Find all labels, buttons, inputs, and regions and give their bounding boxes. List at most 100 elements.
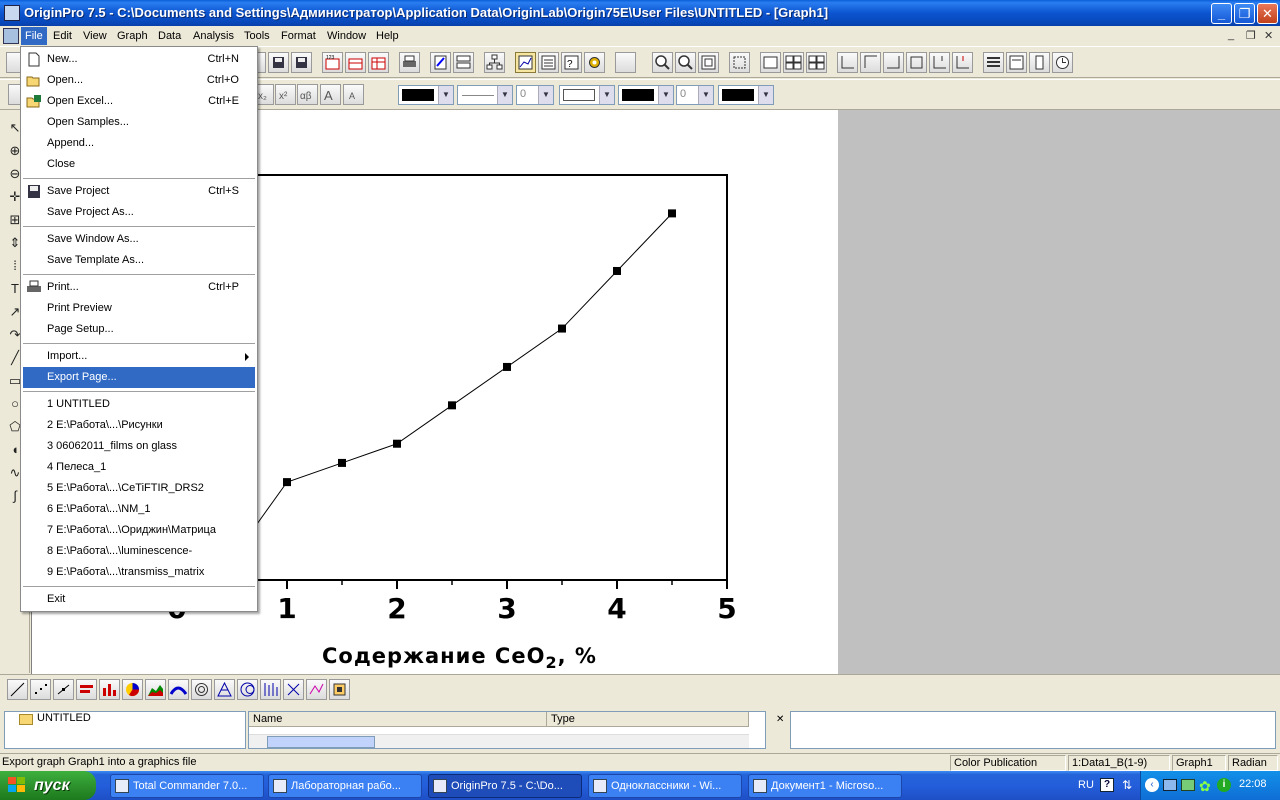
new-matrix-icon[interactable] [368,52,389,73]
menu-window[interactable]: Window [323,27,370,45]
menu-export-page[interactable]: Export Page... [23,367,255,388]
superscript-icon[interactable]: x² [275,84,296,105]
polar-plot-icon[interactable] [191,679,212,700]
menu-recent-1[interactable]: 1 UNTITLED [23,394,255,415]
start-button[interactable]: пуск [0,771,96,800]
script-panel[interactable] [790,711,1276,749]
new-worksheet-icon[interactable]: 123 [322,52,343,73]
window-list[interactable]: Name Type [248,711,766,749]
fill-area-icon[interactable] [168,679,189,700]
menu-print[interactable]: Print... Ctrl+P [23,277,255,298]
menu-data[interactable]: Data [154,27,185,45]
menu-save-project[interactable]: Save Project Ctrl+S [23,181,255,202]
network-icon[interactable] [1163,779,1177,791]
menu-recent-5[interactable]: 5 E:\Работа\...\CeTiFTIR_DRS2 [23,478,255,499]
line-plot-icon[interactable] [7,679,28,700]
column-plot-icon[interactable] [76,679,97,700]
menu-recent-6[interactable]: 6 E:\Работа\...\NM_1 [23,499,255,520]
add-tool-icon[interactable] [615,52,636,73]
line-width-combo[interactable]: 0 ▼ [516,85,554,105]
tray-expand-icon[interactable]: ‹ [1145,778,1159,792]
notes-icon[interactable] [430,52,451,73]
alignment-icon[interactable] [983,52,1004,73]
save-template-icon[interactable] [291,52,312,73]
scrollbar-thumb[interactable] [267,736,375,748]
vector-plot-icon[interactable] [260,679,281,700]
graph-window-icon[interactable] [3,28,19,44]
pie-chart-icon[interactable] [122,679,143,700]
layout-icon[interactable] [453,52,474,73]
print-icon[interactable] [399,52,420,73]
area-plot-icon[interactable] [145,679,166,700]
folder-label[interactable]: UNTITLED [37,712,91,724]
smith-chart-icon[interactable] [237,679,258,700]
menu-save-window-as[interactable]: Save Window As... [23,229,255,250]
folder-tree[interactable]: UNTITLED [4,711,246,749]
menu-recent-8[interactable]: 8 E:\Работа\...\luminescence- [23,541,255,562]
axis-box-icon[interactable] [906,52,927,73]
column-list-icon[interactable] [1029,52,1050,73]
menu-close[interactable]: Close [23,154,255,175]
close-button[interactable]: ✕ [1257,3,1278,24]
menu-new[interactable]: New... Ctrl+N [23,49,255,70]
horizontal-scrollbar[interactable] [249,734,749,748]
menu-exit[interactable]: Exit [23,589,255,610]
merge-layers-icon[interactable] [806,52,827,73]
axis-xy-icon[interactable] [929,52,950,73]
code-builder-icon[interactable] [584,52,605,73]
menu-open-samples[interactable]: Open Samples... [23,112,255,133]
date-time-icon[interactable] [1052,52,1073,73]
language-indicator[interactable]: RU [1078,779,1094,791]
font-color-combo[interactable]: ▼ [398,85,454,105]
menu-file[interactable]: File [21,27,47,45]
help-icon[interactable]: ? [1100,778,1114,792]
tray-app-icon[interactable] [1181,779,1195,791]
minimize-button[interactable]: _ [1211,3,1232,24]
whole-page-icon[interactable] [698,52,719,73]
save-icon[interactable] [268,52,289,73]
menu-recent-4[interactable]: 4 Пелеса_1 [23,457,255,478]
menu-import[interactable]: Import... [23,346,255,367]
menu-analysis[interactable]: Analysis [189,27,238,45]
task-word-lab[interactable]: Лабораторная рабо... [268,774,422,798]
menu-append[interactable]: Append... [23,133,255,154]
menu-recent-2[interactable]: 2 E:\Работа\...\Рисунки [23,415,255,436]
new-excel-icon[interactable] [345,52,366,73]
menu-help[interactable]: Help [372,27,403,45]
x-axis-title[interactable]: Содержание CeO2, % [322,644,597,672]
menu-recent-9[interactable]: 9 E:\Работа\...\transmiss_matrix [23,562,255,583]
layer-grid-icon[interactable] [783,52,804,73]
clock[interactable]: 22:08 [1239,778,1267,790]
menu-recent-7[interactable]: 7 E:\Работа\...\Ориджин\Матрица [23,520,255,541]
axis-yy-icon[interactable] [952,52,973,73]
fill-color-combo[interactable]: ▼ [618,85,674,105]
menu-edit[interactable]: Edit [49,27,76,45]
flower-icon[interactable]: ✿ [1199,778,1211,795]
menu-open-excel[interactable]: Open Excel... Ctrl+E [23,91,255,112]
template-library-icon[interactable] [329,679,350,700]
increase-font-icon[interactable]: A [320,84,341,105]
mdi-minimize-button[interactable]: _ [1228,29,1234,41]
bar-plot-icon[interactable] [99,679,120,700]
layer-contents-icon[interactable] [1006,52,1027,73]
axis-top-icon[interactable] [860,52,881,73]
bubble-plot-icon[interactable] [306,679,327,700]
add-layer-icon[interactable] [760,52,781,73]
mdi-close-button[interactable]: ✕ [1264,29,1273,42]
line-style-combo[interactable]: ▼ [457,85,513,105]
greek-icon[interactable]: αβ [297,84,318,105]
menu-save-project-as[interactable]: Save Project As... [23,202,255,223]
column-header-name[interactable]: Name [249,712,547,727]
symbol-size-combo[interactable]: 0 ▼ [676,85,714,105]
task-total-commander[interactable]: Total Commander 7.0... [110,774,264,798]
axis-bottom-icon[interactable] [837,52,858,73]
menu-print-preview[interactable]: Print Preview [23,298,255,319]
decrease-font-icon[interactable]: A [343,84,364,105]
menu-format[interactable]: Format [277,27,320,45]
results-log-icon[interactable] [538,52,559,73]
column-header-type[interactable]: Type [547,712,749,727]
task-browser[interactable]: Одноклассники - Wi... [588,774,742,798]
info-icon[interactable]: i [1217,778,1231,792]
menu-tools[interactable]: Tools [240,27,274,45]
task-word-doc[interactable]: Документ1 - Microso... [748,774,902,798]
